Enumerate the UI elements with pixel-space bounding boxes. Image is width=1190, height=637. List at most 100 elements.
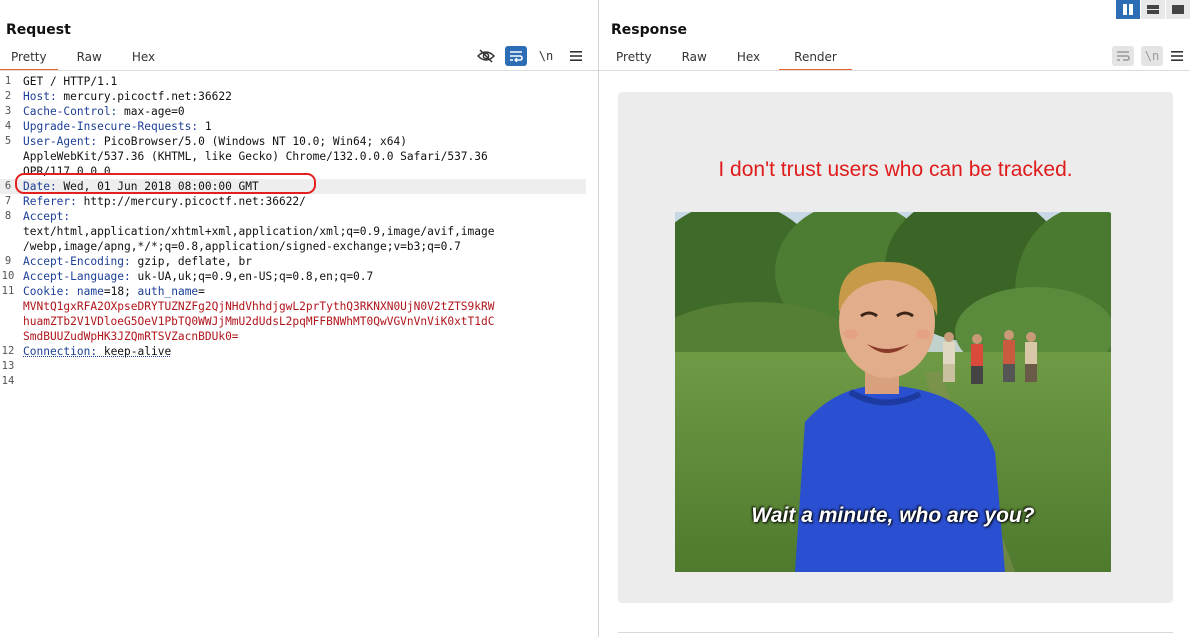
code-text: MVNtQ1gxRFA2OXpseDRYTUZNZFg2QjNHdVhhdjgw… (23, 299, 494, 314)
tab-pretty[interactable]: Pretty (0, 49, 58, 71)
response-title: Response (611, 22, 688, 38)
code-line[interactable]: 14 (0, 374, 586, 389)
code-line[interactable]: 11 Cookie: name=18; auth_name= (0, 284, 586, 299)
header-key: Accept-Encoding: (23, 255, 131, 268)
header-value: text/html,application/xhtml+xml,applicat… (23, 225, 495, 238)
render-view: I don't trust users who can be tracked. (618, 92, 1173, 603)
hamburger-menu-icon (1171, 51, 1183, 61)
split-rows-icon (1147, 5, 1159, 14)
code-line[interactable]: huamZTb2V1VDloeG5OeV1PbTQ0WWJjMmU2dUdsL2… (0, 314, 586, 329)
line-number: 9 (4, 255, 12, 267)
code-text: Accept-Language: uk-UA,uk;q=0.9,en-US;q=… (23, 269, 373, 284)
header-value: 1 (198, 120, 212, 133)
code-line[interactable]: OPR/117.0.0.0 (0, 164, 586, 179)
code-line[interactable]: /webp,image/apng,*/*;q=0.8,application/s… (0, 239, 586, 254)
response-menu-button[interactable] (1166, 46, 1188, 66)
cookie-name: name (76, 285, 104, 298)
code-line[interactable]: 9 Accept-Encoding: gzip, deflate, br (0, 254, 586, 269)
tab-raw[interactable]: Raw (66, 49, 113, 71)
code-line[interactable]: text/html,application/xhtml+xml,applicat… (0, 224, 586, 239)
word-wrap-icon (1117, 51, 1130, 61)
header-value: MVNtQ1gxRFA2OXpseDRYTUZNZFg2QjNHdVhhdjgw… (23, 300, 495, 313)
line-number: 7 (4, 195, 12, 207)
request-editor[interactable]: 1 GET / HTTP/1.1 2 Host: mercury.picoctf.ne… (0, 74, 586, 389)
line-number: 5 (4, 135, 12, 147)
line-number: 2 (4, 90, 12, 102)
header-value: AppleWebKit/537.36 (KHTML, like Gecko) C… (23, 150, 488, 163)
code-text: /webp,image/apng,*/*;q=0.8,application/s… (23, 239, 461, 254)
code-text: OPR/117.0.0.0 (23, 164, 111, 179)
tab-raw[interactable]: Raw (671, 49, 718, 71)
line-number: 11 (1, 285, 15, 297)
request-title: Request (6, 22, 71, 38)
line-number: 8 (4, 210, 12, 222)
code-line[interactable]: 3 Cache-Control: max-age=0 (0, 104, 586, 119)
code-line[interactable]: AppleWebKit/537.36 (KHTML, like Gecko) C… (0, 149, 586, 164)
header-value (70, 285, 77, 298)
hide-toggle-button[interactable] (475, 46, 497, 66)
code-text: Accept: (23, 209, 70, 224)
header-value: mercury.picoctf.net:36622 (56, 90, 232, 103)
request-menu-button[interactable] (565, 46, 587, 66)
header-key: Cookie: (23, 285, 71, 298)
tab-render[interactable]: Render (779, 49, 852, 71)
tab-separator (599, 70, 1190, 71)
tab-hex[interactable]: Hex (726, 49, 771, 71)
header-value: OPR/117.0.0.0 (23, 165, 111, 178)
code-text: Host: mercury.picoctf.net:36622 (23, 89, 232, 104)
code-line[interactable]: 5 User-Agent: PicoBrowser/5.0 (Windows NT… (0, 134, 586, 149)
code-line[interactable]: 8 Accept: (0, 209, 586, 224)
header-key: Referer: (23, 195, 77, 208)
request-tabs: Pretty Raw Hex (0, 49, 166, 71)
newline-toggle-button[interactable]: \n (535, 46, 557, 66)
eye-slash-icon (477, 49, 495, 63)
cookie-value: =18; (103, 285, 138, 298)
code-line[interactable]: 12 Connection: keep-alive (0, 344, 586, 359)
code-text: AppleWebKit/537.36 (KHTML, like Gecko) C… (23, 149, 488, 164)
header-value: PicoBrowser/5.0 (Windows NT 10.0; Win64;… (97, 135, 407, 148)
layout-split-rows-button[interactable] (1140, 0, 1165, 19)
code-line[interactable]: 13 (0, 359, 586, 374)
render-heading: I don't trust users who can be tracked. (718, 158, 1073, 181)
header-value: huamZTb2V1VDloeG5OeV1PbTQ0WWJjMmU2dUdsL2… (23, 315, 495, 328)
line-number: 4 (4, 120, 12, 132)
code-line[interactable]: 2 Host: mercury.picoctf.net:36622 (0, 89, 586, 104)
word-wrap-button[interactable] (505, 46, 527, 66)
tab-pretty[interactable]: Pretty (605, 49, 663, 71)
header-value: uk-UA,uk;q=0.9,en-US;q=0.8,en;q=0.7 (130, 270, 374, 283)
code-line[interactable]: 10 Accept-Language: uk-UA,uk;q=0.9,en-US;… (0, 269, 586, 284)
request-pane: Request Pretty Raw Hex \n 1 GET / HTTP/1.… (0, 0, 598, 637)
render-bottom-border (618, 632, 1173, 633)
tab-separator (0, 70, 598, 71)
line-number: 10 (1, 270, 15, 282)
header-key: Date: (23, 180, 57, 193)
code-text: Accept-Encoding: gzip, deflate, br (23, 254, 252, 269)
layout-split-columns-button[interactable] (1115, 0, 1140, 19)
word-wrap-button[interactable] (1112, 46, 1134, 66)
header-value: http://mercury.picoctf.net:36622/ (76, 195, 306, 208)
code-text: Date: Wed, 01 Jun 2018 08:00:00 GMT (23, 179, 259, 194)
code-line[interactable]: 6 Date: Wed, 01 Jun 2018 08:00:00 GMT (0, 179, 586, 194)
meme-caption: Wait a minute, who are you? (751, 504, 1035, 527)
header-key: Cache-Control: (23, 105, 118, 118)
header-key: Upgrade-Insecure-Requests: (23, 120, 199, 133)
code-line[interactable]: 7 Referer: http://mercury.picoctf.net:366… (0, 194, 586, 209)
code-line[interactable]: SmdBUUZudWpHK3JZQmRTSVZacnBDUk0= (0, 329, 586, 344)
header-value: GET / HTTP/1.1 (23, 75, 118, 88)
newline-toggle-button[interactable]: \n (1141, 46, 1163, 66)
code-line[interactable]: 4 Upgrade-Insecure-Requests: 1 (0, 119, 586, 134)
word-wrap-icon (510, 51, 523, 62)
tab-hex[interactable]: Hex (121, 49, 166, 71)
code-text: Cache-Control: max-age=0 (23, 104, 185, 119)
line-number: 6 (4, 180, 12, 192)
layout-single-pane-button[interactable] (1165, 0, 1190, 19)
code-text: Connection: keep-alive (23, 344, 171, 359)
code-text: User-Agent: PicoBrowser/5.0 (Windows NT … (23, 134, 407, 149)
line-number: 14 (1, 375, 15, 387)
code-line[interactable]: MVNtQ1gxRFA2OXpseDRYTUZNZFg2QjNHdVhhdjgw… (0, 299, 586, 314)
code-line[interactable]: 1 GET / HTTP/1.1 (0, 74, 586, 89)
header-value: gzip, deflate, br (130, 255, 253, 268)
meme-image: Wait a minute, who are you? (675, 212, 1111, 572)
code-text: Upgrade-Insecure-Requests: 1 (23, 119, 212, 134)
layout-toggle-group (1115, 0, 1190, 19)
